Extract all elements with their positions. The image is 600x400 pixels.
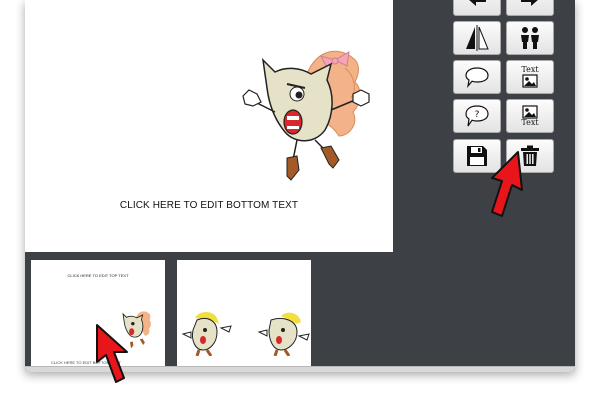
- save-icon: [467, 146, 487, 166]
- image-icon: [522, 74, 538, 88]
- thumbnail-character: [181, 312, 232, 356]
- cartoon-character[interactable]: [235, 40, 395, 185]
- previous-button[interactable]: [453, 0, 501, 16]
- image-icon: [522, 105, 538, 119]
- thumbnail-character: [257, 312, 310, 356]
- question-bubble-button[interactable]: ?: [453, 99, 501, 133]
- comic-panel-canvas[interactable]: CLICK HERE TO EDIT BOTTOM TEXT: [25, 0, 393, 252]
- text-image-button[interactable]: Text: [506, 60, 554, 94]
- add-character-button[interactable]: [506, 21, 554, 55]
- speech-bubble-icon: [465, 67, 489, 88]
- speech-bubble-button[interactable]: [453, 60, 501, 94]
- two-people-icon: [521, 27, 539, 49]
- next-button[interactable]: [506, 0, 554, 16]
- arrow-left-icon: [469, 0, 486, 6]
- flip-button[interactable]: [453, 21, 501, 55]
- pointer-cursor-icon: [491, 151, 523, 217]
- svg-text:?: ?: [475, 110, 480, 120]
- flip-horizontal-icon: [466, 25, 489, 51]
- panel-thumbnail-2[interactable]: [177, 260, 311, 366]
- arrow-right-icon: [521, 0, 538, 6]
- text-label: Text: [521, 65, 539, 74]
- bottom-caption-text[interactable]: CLICK HERE TO EDIT BOTTOM TEXT: [25, 200, 393, 211]
- pointer-cursor-icon: [96, 324, 128, 383]
- thumbnail-top-text: CLICK HERE TO EDIT TOP TEXT: [67, 273, 129, 278]
- image-text-button[interactable]: Text: [506, 99, 554, 133]
- text-label: Text: [521, 118, 539, 127]
- question-bubble-icon: ?: [465, 105, 489, 127]
